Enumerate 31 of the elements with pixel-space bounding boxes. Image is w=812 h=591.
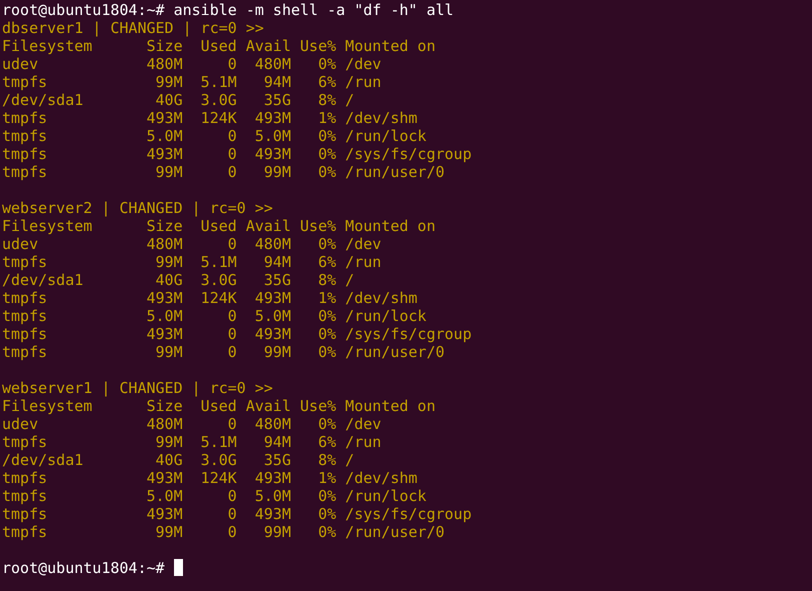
output-line: tmpfs 5.0M 0 5.0M 0% /run/lock — [2, 307, 426, 325]
output-line: udev 480M 0 480M 0% /dev — [2, 55, 382, 73]
output-line: tmpfs 99M 0 99M 0% /run/user/0 — [2, 163, 445, 181]
command-text: ansible -m shell -a "df -h" all — [174, 1, 454, 19]
output-line: tmpfs 99M 5.1M 94M 6% /run — [2, 253, 382, 271]
output-line: tmpfs 99M 5.1M 94M 6% /run — [2, 73, 382, 91]
output-line: tmpfs 5.0M 0 5.0M 0% /run/lock — [2, 487, 426, 505]
output-line: tmpfs 493M 0 493M 0% /sys/fs/cgroup — [2, 145, 472, 163]
output-line: Filesystem Size Used Avail Use% Mounted on — [2, 37, 436, 55]
output-line: tmpfs 493M 0 493M 0% /sys/fs/cgroup — [2, 505, 472, 523]
output-line: tmpfs 493M 124K 493M 1% /dev/shm — [2, 109, 418, 127]
output-line: Filesystem Size Used Avail Use% Mounted on — [2, 397, 436, 415]
output-line: udev 480M 0 480M 0% /dev — [2, 415, 382, 433]
output-line: tmpfs 493M 124K 493M 1% /dev/shm — [2, 469, 418, 487]
output-line: tmpfs 99M 5.1M 94M 6% /run — [2, 433, 382, 451]
output-line: tmpfs 5.0M 0 5.0M 0% /run/lock — [2, 127, 426, 145]
output-line: tmpfs 99M 0 99M 0% /run/user/0 — [2, 343, 445, 361]
output-line: tmpfs 493M 0 493M 0% /sys/fs/cgroup — [2, 325, 472, 343]
shell-prompt: root@ubuntu1804:~# — [2, 559, 165, 577]
output-line: /dev/sda1 40G 3.0G 35G 8% / — [2, 91, 354, 109]
output-line: Filesystem Size Used Avail Use% Mounted on — [2, 217, 436, 235]
shell-prompt: root@ubuntu1804:~# — [2, 1, 165, 19]
output-line: /dev/sda1 40G 3.0G 35G 8% / — [2, 451, 354, 469]
host-result-header: dbserver1 | CHANGED | rc=0 >> — [2, 19, 264, 37]
host-result-header: webserver2 | CHANGED | rc=0 >> — [2, 199, 273, 217]
output-line: /dev/sda1 40G 3.0G 35G 8% / — [2, 271, 354, 289]
output-line: tmpfs 99M 0 99M 0% /run/user/0 — [2, 523, 445, 541]
cursor-icon — [174, 559, 183, 576]
output-line: udev 480M 0 480M 0% /dev — [2, 235, 382, 253]
output-line: tmpfs 493M 124K 493M 1% /dev/shm — [2, 289, 418, 307]
host-result-header: webserver1 | CHANGED | rc=0 >> — [2, 379, 273, 397]
